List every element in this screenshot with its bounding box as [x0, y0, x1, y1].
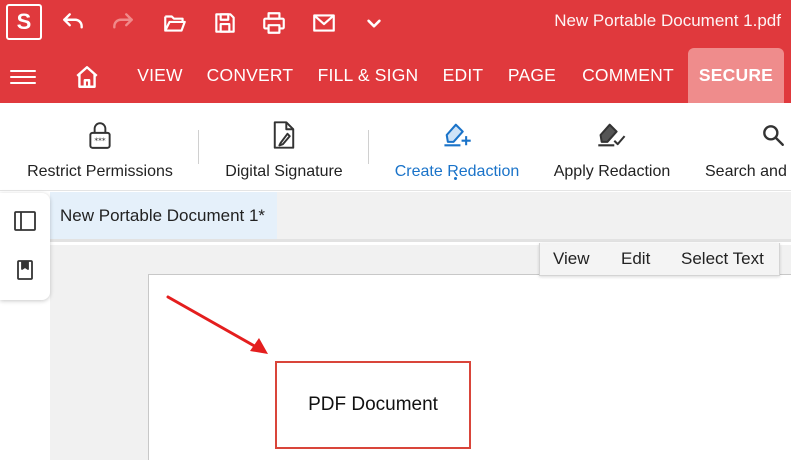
apply-redaction-icon [596, 115, 628, 155]
menu-icon[interactable] [10, 66, 36, 88]
digital-signature-label: Digital Signature [225, 163, 343, 180]
title-bar: S New Portable Document 1.pdf [0, 0, 791, 48]
undo-icon[interactable] [58, 8, 88, 38]
ribbon-divider [198, 130, 199, 164]
active-indicator-dot [454, 177, 457, 180]
apply-redaction-button[interactable]: Apply Redaction [550, 103, 674, 191]
side-panel [0, 193, 50, 300]
search-and-redact-label: Search and R [705, 163, 791, 180]
panel-toggle-icon[interactable] [12, 208, 38, 234]
document-tab-strip: New Portable Document 1* [50, 192, 791, 242]
print-icon[interactable] [259, 8, 289, 38]
restrict-permissions-button[interactable]: *** Restrict Permissions [22, 103, 178, 191]
create-redaction-icon [441, 115, 473, 155]
ribbon-divider [368, 130, 369, 164]
save-icon[interactable] [210, 8, 240, 38]
signature-icon [270, 115, 298, 155]
search-and-redact-button[interactable]: Search and R [700, 103, 791, 191]
search-icon [700, 115, 791, 155]
mode-view-button[interactable]: View [553, 243, 590, 275]
pdf-text: PDF Document [308, 394, 438, 415]
chevron-down-icon[interactable] [359, 8, 389, 38]
redo-icon[interactable] [108, 8, 138, 38]
mode-edit-button[interactable]: Edit [621, 243, 650, 275]
tab-comment[interactable]: COMMENT [573, 48, 683, 103]
tab-fill-and-sign[interactable]: FILL & SIGN [310, 48, 426, 103]
window-title: New Portable Document 1.pdf [554, 11, 781, 30]
tab-convert[interactable]: CONVERT [200, 48, 300, 103]
create-redaction-button[interactable]: Create Redaction [392, 103, 522, 191]
home-icon[interactable] [72, 63, 102, 91]
apply-redaction-label: Apply Redaction [553, 163, 671, 180]
tab-page[interactable]: PAGE [500, 48, 564, 103]
app-logo[interactable]: S [6, 4, 42, 40]
svg-text:***: *** [94, 137, 106, 146]
open-folder-icon[interactable] [160, 8, 190, 38]
pdf-text-box[interactable]: PDF Document [275, 361, 471, 449]
ribbon-toolbar: *** Restrict Permissions Digital Signatu… [0, 103, 791, 191]
email-icon[interactable] [309, 8, 339, 38]
lock-icon: *** [87, 115, 113, 155]
tab-edit[interactable]: EDIT [436, 48, 490, 103]
restrict-permissions-label: Restrict Permissions [27, 163, 173, 180]
annotation-arrow [166, 295, 268, 354]
bookmark-icon[interactable] [12, 257, 38, 283]
tab-view[interactable]: VIEW [128, 48, 192, 103]
digital-signature-button[interactable]: Digital Signature [220, 103, 348, 191]
mode-select-text-button[interactable]: Select Text [681, 243, 764, 275]
mode-toolbar: View Edit Select Text [539, 243, 780, 276]
document-tab[interactable]: New Portable Document 1* [50, 192, 277, 239]
tab-secure[interactable]: SECURE [688, 48, 784, 103]
